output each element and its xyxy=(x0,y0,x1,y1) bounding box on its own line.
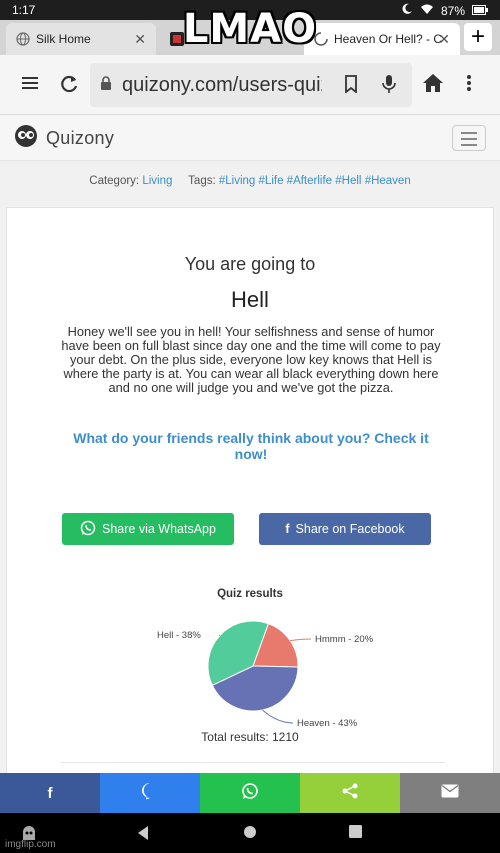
site-header: Quizony xyxy=(0,115,500,161)
whatsapp-share-button[interactable] xyxy=(200,773,300,813)
quizony-logo-icon xyxy=(14,124,40,153)
tag-link[interactable]: #Heaven xyxy=(365,175,411,187)
result-title: Hell xyxy=(231,287,269,312)
menu-icon[interactable] xyxy=(20,73,40,98)
tag-link[interactable]: #Living xyxy=(219,175,255,187)
back-icon[interactable] xyxy=(136,825,150,846)
home-icon[interactable] xyxy=(422,73,444,98)
logo-text: Quizony xyxy=(46,128,115,148)
email-share-button[interactable] xyxy=(400,773,500,813)
facebook-icon: f xyxy=(47,784,53,802)
address-bar[interactable]: quizony.com/users-quizze xyxy=(90,63,412,107)
facebook-share-button[interactable]: f xyxy=(0,773,100,813)
recents-icon[interactable] xyxy=(349,825,362,843)
divider xyxy=(61,762,445,763)
result-heading: You are going to xyxy=(184,254,316,274)
share-whatsapp-label: Share via WhatsApp xyxy=(102,522,216,536)
whatsapp-icon xyxy=(241,782,259,805)
sharethis-button[interactable] xyxy=(300,773,400,813)
more-options-icon[interactable] xyxy=(466,73,472,98)
friends-cta-link[interactable]: What do your friends really think about … xyxy=(63,430,439,462)
share-facebook-button[interactable]: f Share on Facebook xyxy=(259,513,431,545)
reload-icon[interactable] xyxy=(58,73,80,100)
category-label: Category: xyxy=(89,175,140,187)
pie-slice-label: Hmmm - 20% xyxy=(315,634,374,645)
bookmark-icon[interactable] xyxy=(344,75,358,98)
pie-slice-label: Heaven - 43% xyxy=(297,718,358,728)
pie-slice-label: Hell - 38% xyxy=(157,630,201,641)
whatsapp-icon xyxy=(80,520,96,539)
microphone-icon[interactable] xyxy=(382,74,396,99)
category-link[interactable]: Living xyxy=(142,175,172,187)
share-icon xyxy=(341,782,359,805)
watermark-text: imgflip.com xyxy=(5,839,56,850)
pie-leader-line xyxy=(290,638,312,642)
facebook-icon: f xyxy=(285,522,290,536)
chart-title: Quiz results xyxy=(217,588,283,600)
messenger-icon xyxy=(141,782,159,805)
tag-link[interactable]: #Life xyxy=(259,175,284,187)
pie-leader-line xyxy=(262,709,294,724)
lock-icon xyxy=(100,75,112,95)
pie-leader-line xyxy=(218,634,221,636)
messenger-share-button[interactable] xyxy=(100,773,200,813)
tag-link[interactable]: #Hell xyxy=(335,175,361,187)
url-text: quizony.com/users-quizze xyxy=(122,73,322,96)
tags-label: Tags: xyxy=(188,175,216,187)
meme-caption: LMAO xyxy=(182,6,318,52)
site-logo[interactable]: Quizony xyxy=(14,124,114,153)
quiz-results-pie-chart: Hell - 38% Hmmm - 20% Heaven - 43% xyxy=(157,620,374,728)
total-results: Total results: 1210 xyxy=(201,730,299,744)
category-tags-line: Category: Living Tags: #Living #Life #Af… xyxy=(0,175,500,187)
site-menu-button[interactable] xyxy=(452,125,486,151)
result-card: You are going to Hell Honey we'll see yo… xyxy=(6,207,494,777)
result-description: Honey we'll see you in hell! Your selfis… xyxy=(61,324,441,395)
browser-toolbar: quizony.com/users-quizze xyxy=(0,55,500,115)
bottom-share-bar: f xyxy=(0,773,500,813)
tag-link[interactable]: #Afterlife xyxy=(287,175,332,187)
home-button-icon[interactable] xyxy=(243,825,257,844)
email-icon xyxy=(441,784,459,803)
share-whatsapp-button[interactable]: Share via WhatsApp xyxy=(62,513,234,545)
share-facebook-label: Share on Facebook xyxy=(295,522,405,536)
system-navigation-bar: imgflip.com xyxy=(0,813,500,853)
